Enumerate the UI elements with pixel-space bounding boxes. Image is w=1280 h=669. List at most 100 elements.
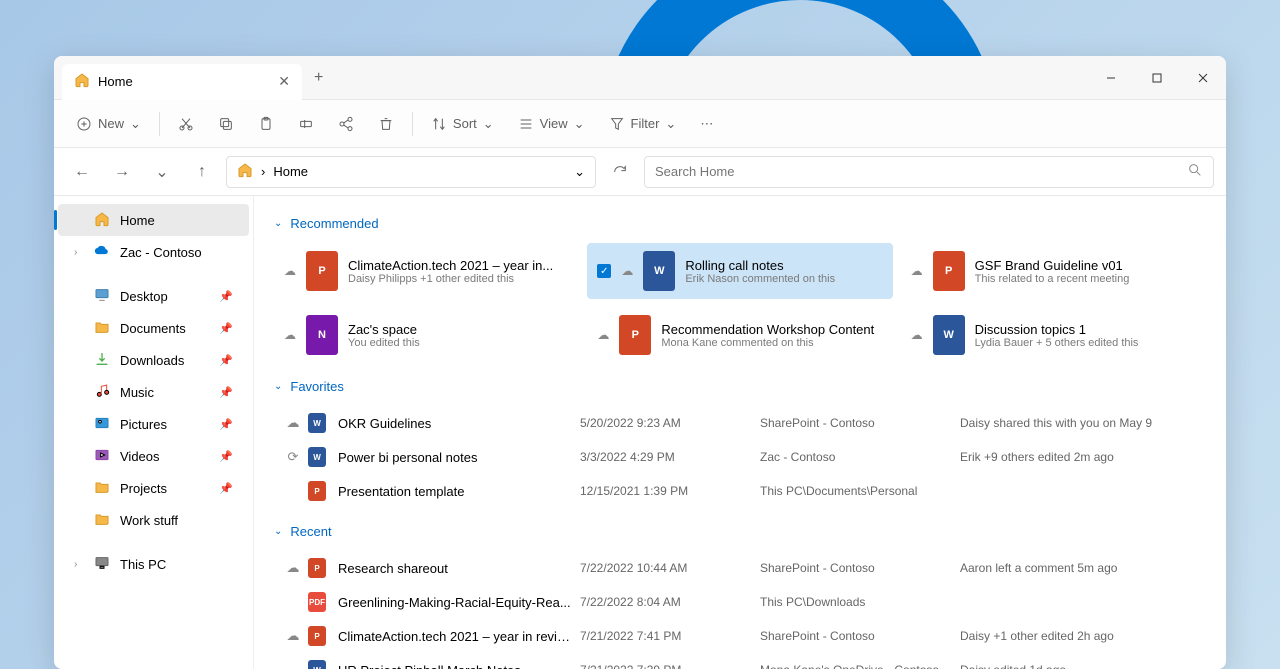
recommended-item[interactable]: ☁ N Zac's space You edited this bbox=[274, 307, 579, 363]
sidebar-item-work-stuff[interactable]: Work stuff bbox=[58, 504, 249, 536]
sidebar-item-pictures[interactable]: Pictures 📌 bbox=[58, 408, 249, 440]
file-subtitle: Lydia Bauer + 5 others edited this bbox=[975, 337, 1196, 349]
recommended-item[interactable]: ✓ ☁ W Rolling call notes Erik Nason comm… bbox=[587, 243, 892, 299]
file-row[interactable]: ☁ W OKR Guidelines 5/20/2022 9:23 AM Sha… bbox=[274, 406, 1206, 440]
recommended-item[interactable]: ☁ P Recommendation Workshop Content Mona… bbox=[587, 307, 892, 363]
sidebar-item-zac-contoso[interactable]: › Zac - Contoso bbox=[58, 236, 249, 268]
file-location: This PC\Documents\Personal bbox=[760, 484, 960, 498]
close-button[interactable] bbox=[1180, 56, 1226, 100]
folder-icon bbox=[94, 479, 110, 498]
pp-file-icon: P bbox=[308, 558, 326, 578]
sort-button[interactable]: Sort ⌄ bbox=[421, 110, 504, 138]
sidebar-item-this-pc[interactable]: › This PC bbox=[58, 548, 249, 580]
view-button[interactable]: View ⌄ bbox=[508, 110, 595, 138]
maximize-button[interactable] bbox=[1134, 56, 1180, 100]
file-location: SharePoint - Contoso bbox=[760, 561, 960, 575]
paste-button[interactable] bbox=[248, 110, 284, 138]
refresh-button[interactable] bbox=[604, 156, 636, 188]
sidebar-item-music[interactable]: Music 📌 bbox=[58, 376, 249, 408]
sidebar-item-downloads[interactable]: Downloads 📌 bbox=[58, 344, 249, 376]
sidebar-item-label: Videos bbox=[120, 449, 160, 464]
file-date: 7/22/2022 10:44 AM bbox=[580, 561, 760, 575]
filter-button[interactable]: Filter ⌄ bbox=[599, 110, 687, 138]
pdf-file-icon: PDF bbox=[308, 592, 326, 612]
forward-button[interactable]: → bbox=[106, 156, 138, 188]
cut-button[interactable] bbox=[168, 110, 204, 138]
pp-file-icon: P bbox=[308, 626, 326, 646]
back-button[interactable]: ← bbox=[66, 156, 98, 188]
chevron-down-icon: ⌄ bbox=[130, 116, 141, 132]
checkbox-icon[interactable]: ✓ bbox=[597, 264, 611, 278]
file-activity: Daisy +1 other edited 2h ago bbox=[960, 629, 1202, 643]
tab-close-button[interactable]: ✕ bbox=[278, 73, 290, 90]
window-controls bbox=[1088, 56, 1226, 100]
rename-button[interactable] bbox=[288, 110, 324, 138]
file-location: SharePoint - Contoso bbox=[760, 416, 960, 430]
search-box[interactable] bbox=[644, 156, 1214, 188]
sidebar-item-label: Documents bbox=[120, 321, 186, 336]
recommended-item[interactable]: ☁ P GSF Brand Guideline v01 This related… bbox=[901, 243, 1206, 299]
file-name: Power bi personal notes bbox=[338, 450, 580, 465]
expand-icon: › bbox=[74, 247, 84, 258]
chevron-down-icon[interactable]: ⌄ bbox=[574, 164, 585, 180]
more-button[interactable]: ⋯ bbox=[690, 110, 723, 138]
file-row[interactable]: PDF Greenlining-Making-Racial-Equity-Rea… bbox=[274, 585, 1206, 619]
download-icon bbox=[94, 351, 110, 370]
breadcrumb[interactable]: › Home ⌄ bbox=[226, 156, 596, 188]
cloud-icon: ☁ bbox=[284, 264, 296, 278]
file-activity: Erik +9 others edited 2m ago bbox=[960, 450, 1202, 464]
recent-button[interactable]: ⌄ bbox=[146, 156, 178, 188]
wd-file-icon: W bbox=[933, 315, 965, 355]
chevron-down-icon: ⌄ bbox=[574, 116, 585, 132]
file-name: Presentation template bbox=[338, 484, 580, 499]
minimize-button[interactable] bbox=[1088, 56, 1134, 100]
sidebar-item-documents[interactable]: Documents 📌 bbox=[58, 312, 249, 344]
share-button[interactable] bbox=[328, 110, 364, 138]
home-icon bbox=[74, 72, 90, 91]
titlebar: Home ✕ + bbox=[54, 56, 1226, 100]
pin-icon: 📌 bbox=[219, 482, 233, 495]
monitor-icon bbox=[94, 287, 110, 306]
folder-icon bbox=[94, 319, 110, 338]
file-name: ClimateAction.tech 2021 – year in review bbox=[338, 629, 580, 644]
file-row[interactable]: ☁ P Research shareout 7/22/2022 10:44 AM… bbox=[274, 551, 1206, 585]
home-icon bbox=[94, 211, 110, 230]
sidebar-item-videos[interactable]: Videos 📌 bbox=[58, 440, 249, 472]
delete-button[interactable] bbox=[368, 110, 404, 138]
file-row[interactable]: ☁ W UR Project Pinball March Notes 7/21/… bbox=[274, 653, 1206, 669]
pp-file-icon: P bbox=[308, 481, 326, 501]
recommended-item[interactable]: ☁ W Discussion topics 1 Lydia Bauer + 5 … bbox=[901, 307, 1206, 363]
copy-button[interactable] bbox=[208, 110, 244, 138]
cloud-icon: ☁ bbox=[911, 328, 923, 342]
status-icon: ☁ bbox=[278, 560, 308, 576]
new-tab-button[interactable]: + bbox=[314, 69, 323, 87]
wd-file-icon: W bbox=[308, 413, 326, 433]
section-recent[interactable]: ⌄ Recent bbox=[274, 524, 1206, 539]
sidebar-item-projects[interactable]: Projects 📌 bbox=[58, 472, 249, 504]
wd-file-icon: W bbox=[308, 447, 326, 467]
section-favorites[interactable]: ⌄ Favorites bbox=[274, 379, 1206, 394]
sidebar-item-home[interactable]: Home bbox=[58, 204, 249, 236]
file-row[interactable]: ☁ P ClimateAction.tech 2021 – year in re… bbox=[274, 619, 1206, 653]
sidebar-item-label: Pictures bbox=[120, 417, 167, 432]
new-button[interactable]: New ⌄ bbox=[66, 110, 151, 138]
file-title: Recommendation Workshop Content bbox=[661, 322, 882, 337]
sidebar-item-label: Music bbox=[120, 385, 154, 400]
search-input[interactable] bbox=[655, 164, 1187, 179]
status-icon: ⟳ bbox=[278, 449, 308, 465]
toolbar: New ⌄ Sort ⌄ View ⌄ Filter ⌄ ⋯ bbox=[54, 100, 1226, 148]
sidebar-item-desktop[interactable]: Desktop 📌 bbox=[58, 280, 249, 312]
section-recommended[interactable]: ⌄ Recommended bbox=[274, 216, 1206, 231]
file-row[interactable]: ⟳ W Power bi personal notes 3/3/2022 4:2… bbox=[274, 440, 1206, 474]
file-row[interactable]: P Presentation template 12/15/2021 1:39 … bbox=[274, 474, 1206, 508]
file-date: 7/21/2022 7:41 PM bbox=[580, 629, 760, 643]
file-date: 7/22/2022 8:04 AM bbox=[580, 595, 760, 609]
sidebar-item-label: This PC bbox=[120, 557, 166, 572]
pp-file-icon: P bbox=[619, 315, 651, 355]
up-button[interactable]: ↑ bbox=[186, 156, 218, 188]
chevron-down-icon: ⌄ bbox=[274, 526, 282, 537]
tab-home[interactable]: Home ✕ bbox=[62, 64, 302, 100]
file-subtitle: Daisy Philipps +1 other edited this bbox=[348, 273, 569, 285]
recommended-item[interactable]: ☁ P ClimateAction.tech 2021 – year in...… bbox=[274, 243, 579, 299]
tab-label: Home bbox=[98, 74, 133, 89]
